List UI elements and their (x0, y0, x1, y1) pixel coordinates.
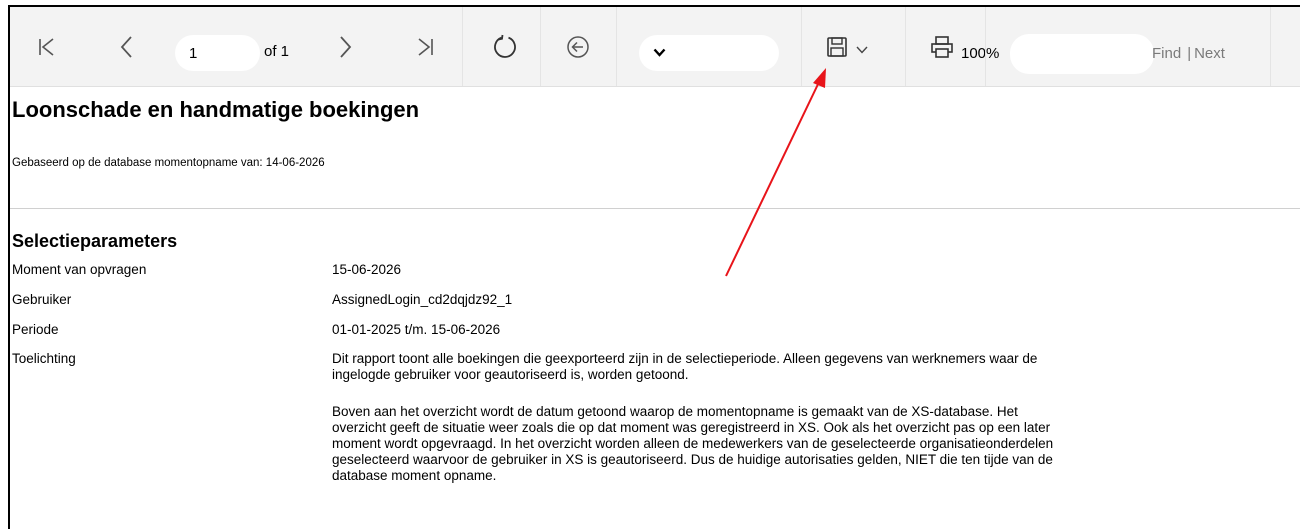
last-page-icon[interactable] (410, 7, 440, 86)
report-title: Loonschade en handmatige boekingen (12, 97, 420, 122)
toolbar-divider (462, 7, 463, 86)
param-value: 01-01-2025 t/m. 15-06-2026 (332, 322, 501, 337)
chevron-down-icon (856, 46, 868, 54)
toolbar-divider (905, 7, 906, 86)
find-separator: | (1187, 45, 1192, 62)
next-page-icon[interactable] (330, 7, 360, 86)
snapshot-info: Gebaseerd op de database momentopname va… (12, 157, 325, 169)
save-icon (826, 36, 848, 58)
page-count-label: of 1 (264, 43, 290, 60)
find-next-button[interactable]: Next (1194, 45, 1225, 62)
previous-page-icon[interactable] (112, 7, 142, 86)
param-label: Gebruiker (12, 292, 72, 307)
print-icon[interactable] (924, 7, 960, 86)
first-page-icon[interactable] (32, 7, 62, 86)
toolbar-divider (801, 7, 802, 86)
explanation-paragraph: Boven aan het overzicht wordt de datum g… (332, 404, 1054, 483)
zoom-value: 100% (961, 44, 1000, 62)
find-button[interactable]: Find (1152, 45, 1181, 62)
param-value: 15-06-2026 (332, 262, 402, 277)
toolbar-divider (616, 7, 617, 86)
param-value: AssignedLogin_cd2dqjdz92_1 (332, 292, 513, 307)
explanation-paragraph: Dit rapport toont alle boekingen die gee… (332, 351, 1038, 382)
toolbar-divider (985, 7, 986, 86)
report-toolbar: of 1 100% (10, 7, 1300, 87)
section-title: Selectieparameters (12, 231, 178, 251)
param-label: Toelichting (12, 351, 76, 366)
section-divider (10, 208, 1300, 209)
page-number-input[interactable] (175, 35, 260, 71)
find-controls: Find | Next (1152, 45, 1225, 62)
chevron-down-icon (653, 44, 666, 62)
param-label: Periode (12, 322, 59, 337)
report-viewer: of 1 100% (8, 5, 1300, 529)
toolbar-divider (540, 7, 541, 86)
find-input[interactable] (1010, 34, 1154, 74)
toolbar-divider (1270, 7, 1271, 86)
zoom-select[interactable]: 100% (639, 35, 999, 71)
param-label: Moment van opvragen (12, 262, 147, 277)
save-button[interactable] (826, 7, 880, 86)
back-icon[interactable] (560, 7, 596, 86)
refresh-icon[interactable] (485, 7, 525, 86)
